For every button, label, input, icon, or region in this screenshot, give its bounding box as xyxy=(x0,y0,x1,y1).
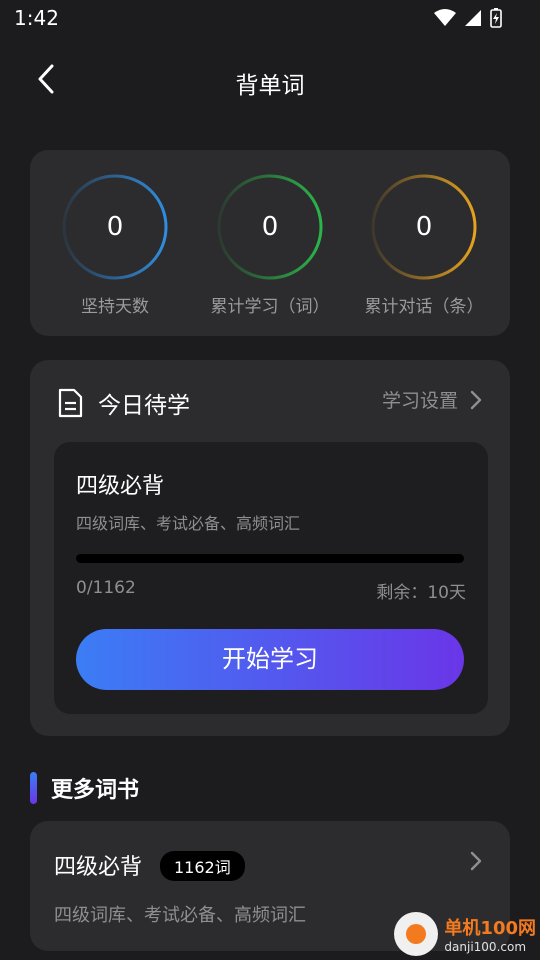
document-icon xyxy=(58,388,83,418)
stat-value-days: 0 xyxy=(106,212,124,242)
today-title: 今日待学 xyxy=(98,393,190,419)
watermark-text: 单机100网 danji100.com xyxy=(444,914,536,954)
more-books-title: 更多词书 xyxy=(51,778,140,803)
nav-bar: 背单词 xyxy=(0,50,540,110)
study-settings-link[interactable]: 学习设置 xyxy=(382,386,482,413)
book-name: 四级必背 xyxy=(76,474,165,499)
study-settings-label: 学习设置 xyxy=(381,390,458,412)
start-study-button[interactable]: 开始学习 xyxy=(76,629,464,690)
progress-bar xyxy=(76,554,464,563)
stat-value-dialogs: 0 xyxy=(415,212,433,242)
status-icons xyxy=(434,8,502,28)
stat-value-words: 0 xyxy=(261,212,279,242)
more-books-header: 更多词书 xyxy=(30,772,139,804)
book-item-description: 四级词库、考试必备、高频词汇 xyxy=(54,905,306,926)
page-title: 背单词 xyxy=(235,73,305,99)
watermark-logo-icon xyxy=(394,912,439,956)
wifi-icon xyxy=(434,9,456,26)
stat-label-dialogs: 累计对话（条） xyxy=(364,297,484,317)
stats-card: 0 坚持天数 0 累计学习（词） 0 累计对话（条） xyxy=(30,150,510,336)
chevron-right-icon xyxy=(470,390,482,409)
stat-label-days: 坚持天数 xyxy=(81,297,149,317)
word-count-badge: 1162词 xyxy=(160,851,245,881)
battery-icon xyxy=(490,8,502,28)
watermark-title: 单机100网 xyxy=(444,918,536,939)
ring-words: 0 xyxy=(215,172,325,282)
watermark: 单机100网 danji100.com xyxy=(394,912,536,956)
current-book-panel: 四级必背 四级词库、考试必备、高频词汇 0/1162 剩余：10天 开始学习 xyxy=(54,442,488,714)
stat-words: 0 累计学习（词） xyxy=(193,172,347,317)
today-header: 今日待学 xyxy=(56,386,190,420)
book-description: 四级词库、考试必备、高频词汇 xyxy=(76,514,301,533)
status-time: 1:42 xyxy=(14,6,59,30)
ring-dialogs: 0 xyxy=(369,172,479,282)
section-accent-bar xyxy=(30,772,37,804)
stat-label-words: 累计学习（词） xyxy=(210,297,330,317)
chevron-right-icon xyxy=(470,851,482,871)
ring-days: 0 xyxy=(60,172,170,282)
stat-dialogs: 0 累计对话（条） xyxy=(347,172,501,317)
watermark-subtitle: danji100.com xyxy=(444,940,527,954)
status-bar: 1:42 xyxy=(0,0,540,36)
remaining-days: 剩余：10天 xyxy=(376,583,466,603)
progress-text: 0/1162 xyxy=(76,578,136,598)
stat-days: 0 坚持天数 xyxy=(38,172,192,317)
today-card: 今日待学 学习设置 四级必背 四级词库、考试必备、高频词汇 0/1162 剩余：… xyxy=(30,360,510,736)
signal-icon xyxy=(465,10,481,26)
book-item-name: 四级必背 xyxy=(54,855,143,880)
